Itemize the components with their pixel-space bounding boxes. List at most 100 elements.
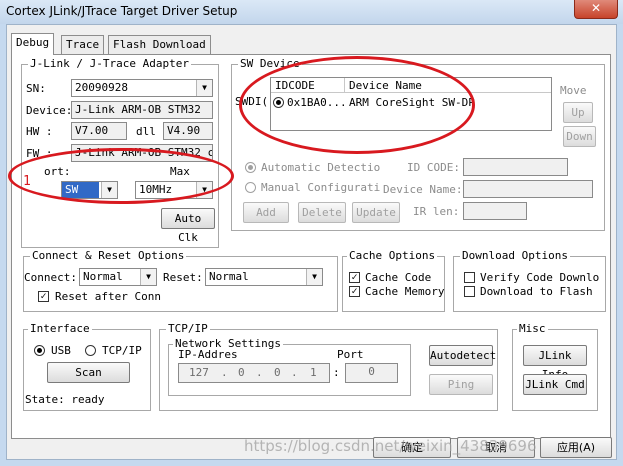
port-number-label: Port: [337, 348, 364, 361]
title-bar: Cortex JLink/JTrace Target Driver Setup: [0, 0, 623, 24]
apply-button[interactable]: 应用(A): [540, 437, 612, 458]
download-options-group: Download Options Verify Code Downlo Down…: [453, 249, 606, 312]
interface-group: Interface USB TCP/IP Scan State: ready: [23, 322, 151, 411]
cache-memory-label: Cache Memory: [365, 285, 445, 298]
port-select[interactable]: SW ▼: [61, 181, 118, 199]
chevron-down-icon[interactable]: ▼: [196, 80, 212, 96]
jlink-adapter-legend: J-Link / J-Trace Adapter: [28, 57, 191, 70]
misc-group: Misc JLink Info JLink Cmd: [512, 322, 598, 411]
dll-value: V4.90: [163, 122, 213, 140]
add-button[interactable]: Add: [243, 202, 289, 223]
connect-reset-group: Connect & Reset Options Connect: Normal …: [23, 249, 338, 312]
device-label: Device:: [26, 104, 73, 117]
cache-code-checkbox[interactable]: ✓: [349, 272, 360, 283]
device-name-field[interactable]: [463, 180, 593, 198]
chevron-down-icon[interactable]: ▼: [196, 182, 212, 198]
table-row[interactable]: 0x1BA0... ARM CoreSight SW-DP: [271, 95, 551, 111]
tab-trace[interactable]: Trace: [61, 35, 105, 54]
port-number-field[interactable]: 0: [345, 363, 398, 383]
column-divider: [344, 78, 345, 93]
tab-debug[interactable]: Debug: [11, 33, 55, 55]
misc-legend: Misc: [517, 322, 548, 335]
connect-select[interactable]: Normal ▼: [79, 268, 157, 286]
dll-label: dll: [136, 125, 156, 138]
jlink-info-button[interactable]: JLink Info: [523, 345, 587, 381]
chevron-down-icon[interactable]: ▼: [140, 269, 156, 285]
reset-select[interactable]: Normal ▼: [205, 268, 323, 286]
move-down-button[interactable]: Down: [563, 126, 596, 147]
tcpip-label: TCP/IP: [102, 344, 142, 357]
download-to-flash-label: Download to Flash: [480, 285, 593, 298]
network-settings-group: Network Settings IP-Addres Port 127 . 0 …: [168, 337, 411, 396]
reset-after-connect-checkbox[interactable]: ✓: [38, 291, 49, 302]
download-to-flash-checkbox[interactable]: [464, 286, 475, 297]
verify-download-checkbox[interactable]: [464, 272, 475, 283]
auto-detect-radio[interactable]: [245, 162, 256, 173]
tcpip-radio[interactable]: [85, 345, 96, 356]
fw-label: FW :: [26, 147, 53, 160]
close-button[interactable]: ✕: [574, 0, 618, 19]
ip-octet-2: 0: [238, 366, 245, 379]
ip-address-label: IP-Addres: [178, 348, 238, 361]
connect-reset-legend: Connect & Reset Options: [30, 249, 187, 262]
scan-button[interactable]: Scan: [47, 362, 130, 383]
cache-options-legend: Cache Options: [347, 249, 438, 262]
verify-download-label: Verify Code Downlo: [480, 271, 600, 284]
port-colon: :: [333, 366, 340, 379]
cache-code-label: Cache Code: [365, 271, 432, 284]
update-button[interactable]: Update: [352, 202, 400, 223]
usb-label: USB: [51, 344, 71, 357]
auto-detect-label: Automatic Detectio: [261, 161, 381, 174]
row-device-name: ARM CoreSight SW-DP: [349, 96, 475, 109]
watermark: https://blog.csdn.net/weixin_43839696: [244, 437, 537, 455]
auto-clk-button[interactable]: Auto Clk: [161, 208, 215, 244]
annotation-number: 1: [23, 174, 31, 189]
device-name-label: Device Name:: [383, 183, 463, 196]
manual-config-radio[interactable]: [245, 182, 256, 193]
chevron-down-icon[interactable]: ▼: [101, 182, 117, 198]
tcpip-legend: TCP/IP: [166, 322, 210, 335]
row-radio[interactable]: [273, 97, 284, 108]
ip-address-field[interactable]: 127 . 0 . 0 . 1: [178, 363, 330, 383]
fw-value: J-Link ARM-OB STM32 comp: [71, 144, 213, 162]
reset-label: Reset:: [163, 271, 203, 284]
move-label: Move: [560, 84, 587, 97]
sn-select[interactable]: 20090928 ▼: [71, 79, 213, 97]
delete-button[interactable]: Delete: [298, 202, 346, 223]
swdio-label: SWDI(: [235, 95, 269, 108]
usb-radio[interactable]: [34, 345, 45, 356]
sw-device-legend: SW Device: [238, 57, 302, 70]
ip-dot: .: [291, 366, 298, 379]
connect-value: Normal: [83, 270, 123, 283]
cache-memory-checkbox[interactable]: ✓: [349, 286, 360, 297]
table-header: IDCODE Device Name: [271, 78, 551, 93]
move-up-button[interactable]: Up: [563, 102, 593, 123]
autodetect-button[interactable]: Autodetect: [429, 345, 496, 366]
ip-octet-1: 127: [189, 366, 209, 379]
cache-options-group: Cache Options ✓ Cache Code ✓ Cache Memor…: [342, 249, 445, 312]
device-value: J-Link ARM-OB STM32: [71, 101, 213, 119]
sn-label: SN:: [26, 82, 46, 95]
ir-len-label: IR len:: [413, 205, 460, 218]
tab-flash-download[interactable]: Flash Download: [108, 35, 211, 54]
reset-after-connect-label: Reset after Conn: [55, 290, 161, 303]
connect-label: Connect:: [24, 271, 77, 284]
jlink-cmd-button[interactable]: JLink Cmd: [523, 374, 587, 395]
hw-value: V7.00: [71, 122, 127, 140]
sw-device-table[interactable]: IDCODE Device Name 0x1BA0... ARM CoreSig…: [270, 77, 552, 131]
chevron-down-icon[interactable]: ▼: [306, 269, 322, 285]
state-label: State: ready: [25, 393, 105, 406]
column-idcode: IDCODE: [275, 79, 315, 92]
ping-button[interactable]: Ping: [429, 374, 493, 395]
debug-panel: J-Link / J-Trace Adapter SN: 20090928 ▼ …: [11, 54, 611, 439]
max-clock-select[interactable]: 10MHz ▼: [135, 181, 213, 199]
id-code-field[interactable]: [463, 158, 568, 176]
ip-octet-4: 1: [310, 366, 317, 379]
jlink-adapter-group: J-Link / J-Trace Adapter SN: 20090928 ▼ …: [21, 57, 219, 248]
window-title: Cortex JLink/JTrace Target Driver Setup: [6, 4, 238, 18]
column-device-name: Device Name: [349, 79, 422, 92]
download-options-legend: Download Options: [460, 249, 570, 262]
ir-len-field[interactable]: [463, 202, 527, 220]
port-label: ort:: [44, 165, 71, 178]
ip-dot: .: [221, 366, 228, 379]
